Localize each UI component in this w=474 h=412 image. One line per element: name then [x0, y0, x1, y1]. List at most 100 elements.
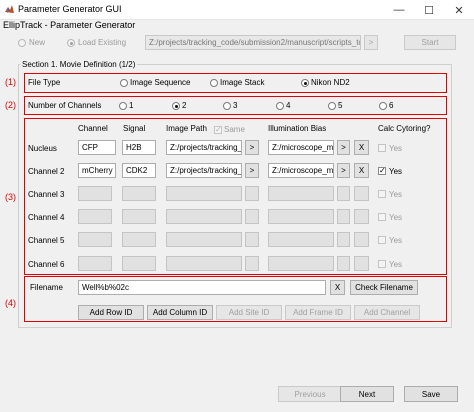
header-image-path: Image Path	[166, 124, 207, 133]
channel-name-field[interactable]	[78, 186, 112, 201]
existing-path-field[interactable]: Z:/projects/tracking_code/submission2/ma…	[145, 35, 361, 50]
illumination-bias-field[interactable]	[268, 209, 334, 224]
channel-name-field[interactable]	[78, 232, 112, 247]
previous-button[interactable]: Previous	[278, 386, 342, 402]
num-channels-radio-6[interactable]	[379, 102, 387, 110]
illumination-clear-button[interactable]: X	[354, 140, 369, 155]
illumination-browse-button[interactable]: >	[337, 140, 350, 155]
calc-cytoring-label: Yes	[389, 236, 403, 245]
image-path-browse-button[interactable]	[245, 209, 259, 224]
illumination-bias-field[interactable]: Z:/microscope_ma	[268, 140, 334, 155]
same-path-checkbox[interactable]: ✓	[214, 126, 222, 134]
num-channels-radio-1[interactable]	[119, 102, 127, 110]
maximize-icon[interactable]: ☐	[416, 0, 442, 20]
header-signal: Signal	[123, 124, 146, 133]
header-channel: Channel	[78, 124, 108, 133]
calc-cytoring-checkbox[interactable]: ✓	[378, 167, 386, 175]
calc-cytoring-checkbox[interactable]	[378, 236, 386, 244]
file-type-label: File Type	[28, 78, 61, 87]
add-row-id-button[interactable]: Add Row ID	[78, 305, 144, 320]
num-channels-option-label: 6	[389, 101, 394, 110]
check-filename-button[interactable]: Check Filename	[350, 280, 418, 295]
signal-name-field[interactable]: H2B	[122, 140, 156, 155]
signal-name-field[interactable]	[122, 209, 156, 224]
load-existing-label: Load Existing	[78, 38, 127, 47]
file-type-option-label: Image Sequence	[130, 78, 191, 87]
illumination-bias-field[interactable]	[268, 186, 334, 201]
illumination-browse-button[interactable]	[337, 209, 350, 224]
image-path-field[interactable]	[166, 209, 242, 224]
save-button[interactable]: Save	[404, 386, 458, 402]
image-path-browse-button[interactable]: >	[245, 140, 259, 155]
next-button[interactable]: Next	[340, 386, 394, 402]
add-channel-button[interactable]: Add Channel	[354, 305, 420, 320]
annotation-1: (1)	[5, 77, 16, 87]
calc-cytoring-checkbox[interactable]	[378, 213, 386, 221]
image-path-browse-button[interactable]	[245, 232, 259, 247]
image-path-field[interactable]: Z:/projects/tracking_co	[166, 140, 242, 155]
image-path-field[interactable]	[166, 232, 242, 247]
calc-cytoring-checkbox[interactable]	[378, 190, 386, 198]
calc-cytoring-label: Yes	[389, 144, 403, 153]
calc-cytoring-checkbox[interactable]	[378, 144, 386, 152]
add-column-id-button[interactable]: Add Column ID	[147, 305, 213, 320]
illumination-browse-button[interactable]	[337, 186, 350, 201]
channel-name-field[interactable]	[78, 256, 112, 271]
num-channels-option-label: 2	[182, 101, 187, 110]
header-calc-cytoring: Calc Cytoring?	[378, 124, 431, 133]
illumination-clear-button[interactable]	[354, 256, 369, 271]
load-existing-radio[interactable]	[67, 39, 75, 47]
filename-clear-button[interactable]: X	[330, 280, 345, 295]
channel-name-field[interactable]	[78, 209, 112, 224]
num-channels-radio-5[interactable]	[328, 102, 336, 110]
file-type-radio-image-sequence[interactable]	[120, 79, 128, 87]
channel-row-label: Channel 2	[28, 167, 65, 176]
illumination-clear-button[interactable]	[354, 186, 369, 201]
num-channels-radio-3[interactable]	[223, 102, 231, 110]
new-label: New	[29, 38, 46, 47]
signal-name-field[interactable]: CDK2	[122, 163, 156, 178]
signal-name-field[interactable]	[122, 186, 156, 201]
illumination-browse-button[interactable]	[337, 256, 350, 271]
file-type-radio-nikon-nd2[interactable]	[301, 79, 309, 87]
filename-input[interactable]: Well%b%02c	[78, 280, 326, 295]
image-path-browse-button[interactable]	[245, 256, 259, 271]
illumination-bias-field[interactable]	[268, 256, 334, 271]
illumination-clear-button[interactable]: X	[354, 163, 369, 178]
minimize-icon[interactable]: —	[386, 0, 412, 20]
new-radio[interactable]	[18, 39, 26, 47]
window-title: Parameter Generator GUI	[18, 4, 122, 14]
annotation-4: (4)	[5, 298, 16, 308]
add-site-id-button[interactable]: Add Site ID	[216, 305, 282, 320]
header-same: Same	[224, 125, 245, 134]
channel-name-field[interactable]: mCherry	[78, 163, 116, 178]
channel-name-field[interactable]: CFP	[78, 140, 116, 155]
illumination-browse-button[interactable]	[337, 232, 350, 247]
num-channels-radio-4[interactable]	[276, 102, 284, 110]
illumination-clear-button[interactable]	[354, 209, 369, 224]
browse-existing-button[interactable]: >	[364, 35, 378, 50]
calc-cytoring-label: Yes	[389, 167, 403, 176]
image-path-field[interactable]	[166, 186, 242, 201]
file-type-radio-image-stack[interactable]	[210, 79, 218, 87]
image-path-browse-button[interactable]	[245, 186, 259, 201]
matlab-app-icon	[5, 5, 14, 13]
start-button[interactable]: Start	[404, 35, 456, 50]
illumination-bias-field[interactable]	[268, 232, 334, 247]
image-path-browse-button[interactable]: >	[245, 163, 259, 178]
file-type-option-label: Image Stack	[220, 78, 265, 87]
illumination-clear-button[interactable]	[354, 232, 369, 247]
close-icon[interactable]: ✕	[446, 0, 472, 20]
num-channels-radio-2[interactable]	[172, 102, 180, 110]
calc-cytoring-checkbox[interactable]	[378, 260, 386, 268]
illumination-browse-button[interactable]: >	[337, 163, 350, 178]
image-path-field[interactable]	[166, 256, 242, 271]
add-frame-id-button[interactable]: Add Frame ID	[285, 305, 351, 320]
signal-name-field[interactable]	[122, 232, 156, 247]
calc-cytoring-label: Yes	[389, 213, 403, 222]
image-path-field[interactable]: Z:/projects/tracking_co	[166, 163, 242, 178]
app-subtitle: EllipTrack - Parameter Generator	[3, 20, 136, 30]
illumination-bias-field[interactable]: Z:/microscope_ma	[268, 163, 334, 178]
signal-name-field[interactable]	[122, 256, 156, 271]
num-channels-option-label: 3	[233, 101, 238, 110]
